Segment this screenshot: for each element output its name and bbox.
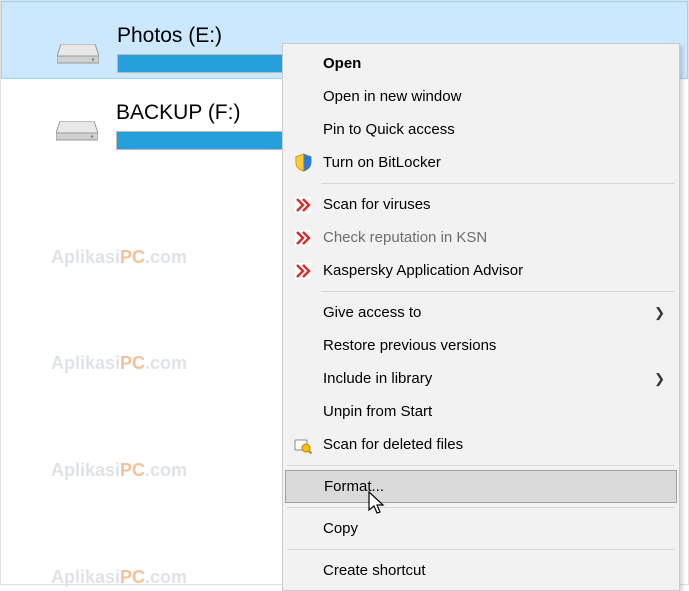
- chevron-right-icon: ❯: [654, 371, 665, 387]
- context-menu: Open Open in new window Pin to Quick acc…: [282, 43, 680, 591]
- menu-item-scan-deleted[interactable]: Scan for deleted files: [285, 428, 677, 461]
- menu-item-kaspersky-advisor[interactable]: Kaspersky Application Advisor: [285, 254, 677, 287]
- menu-item-unpin-start[interactable]: Unpin from Start: [285, 395, 677, 428]
- drive-label: BACKUP (F:): [116, 101, 240, 125]
- drive-label: Photos (E:): [117, 24, 222, 48]
- menu-separator: [321, 183, 675, 184]
- menu-item-give-access[interactable]: Give access to❯: [285, 296, 677, 329]
- menu-item-restore-versions[interactable]: Restore previous versions: [285, 329, 677, 362]
- menu-item-format[interactable]: Format...: [285, 470, 677, 503]
- drive-icon: [57, 44, 99, 64]
- menu-item-scan-viruses[interactable]: Scan for viruses: [285, 188, 677, 221]
- menu-item-check-ksn: Check reputation in KSN: [285, 221, 677, 254]
- menu-separator: [287, 465, 675, 466]
- watermark: AplikasiPC.com: [51, 247, 187, 268]
- drive-icon: [56, 121, 98, 141]
- search-icon: [293, 435, 313, 455]
- chevron-right-icon: ❯: [654, 305, 665, 321]
- menu-separator: [321, 291, 675, 292]
- menu-item-pin-quick-access[interactable]: Pin to Quick access: [285, 113, 677, 146]
- menu-item-open[interactable]: Open: [285, 47, 677, 80]
- menu-item-create-shortcut[interactable]: Create shortcut: [285, 554, 677, 587]
- watermark: AplikasiPC.com: [51, 460, 187, 481]
- menu-item-bitlocker[interactable]: Turn on BitLocker: [285, 146, 677, 179]
- kaspersky-icon: [293, 228, 313, 248]
- menu-separator: [287, 549, 675, 550]
- watermark: AplikasiPC.com: [51, 353, 187, 374]
- shield-icon: [293, 153, 313, 173]
- menu-item-open-new-window[interactable]: Open in new window: [285, 80, 677, 113]
- kaspersky-icon: [293, 261, 313, 281]
- menu-item-include-library[interactable]: Include in library❯: [285, 362, 677, 395]
- menu-item-copy[interactable]: Copy: [285, 512, 677, 545]
- kaspersky-icon: [293, 195, 313, 215]
- menu-separator: [287, 507, 675, 508]
